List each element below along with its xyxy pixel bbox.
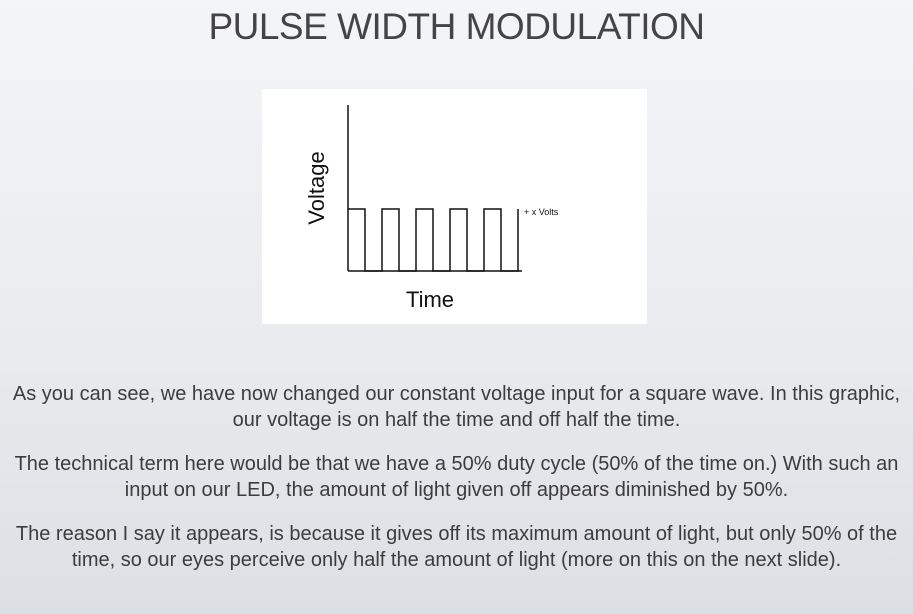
pwm-diagram-svg: Voltage Time + x Volts [304, 105, 559, 312]
slide-title: PULSE WIDTH MODULATION [208, 6, 705, 47]
paragraph-perception: The reason I say it appears, is because … [15, 523, 898, 571]
slide-body: As you can see, we have now changed our … [0, 381, 913, 591]
x-axis-label: Time [406, 287, 454, 312]
paragraph-square-wave: As you can see, we have now changed our … [12, 383, 901, 431]
paragraph-duty-cycle: The technical term here would be that we… [14, 453, 899, 501]
voltage-level-label: + x Volts [524, 207, 559, 217]
square-wave [348, 208, 519, 272]
y-axis-label: Voltage [304, 151, 329, 224]
pwm-diagram: Voltage Time + x Volts [262, 89, 647, 324]
